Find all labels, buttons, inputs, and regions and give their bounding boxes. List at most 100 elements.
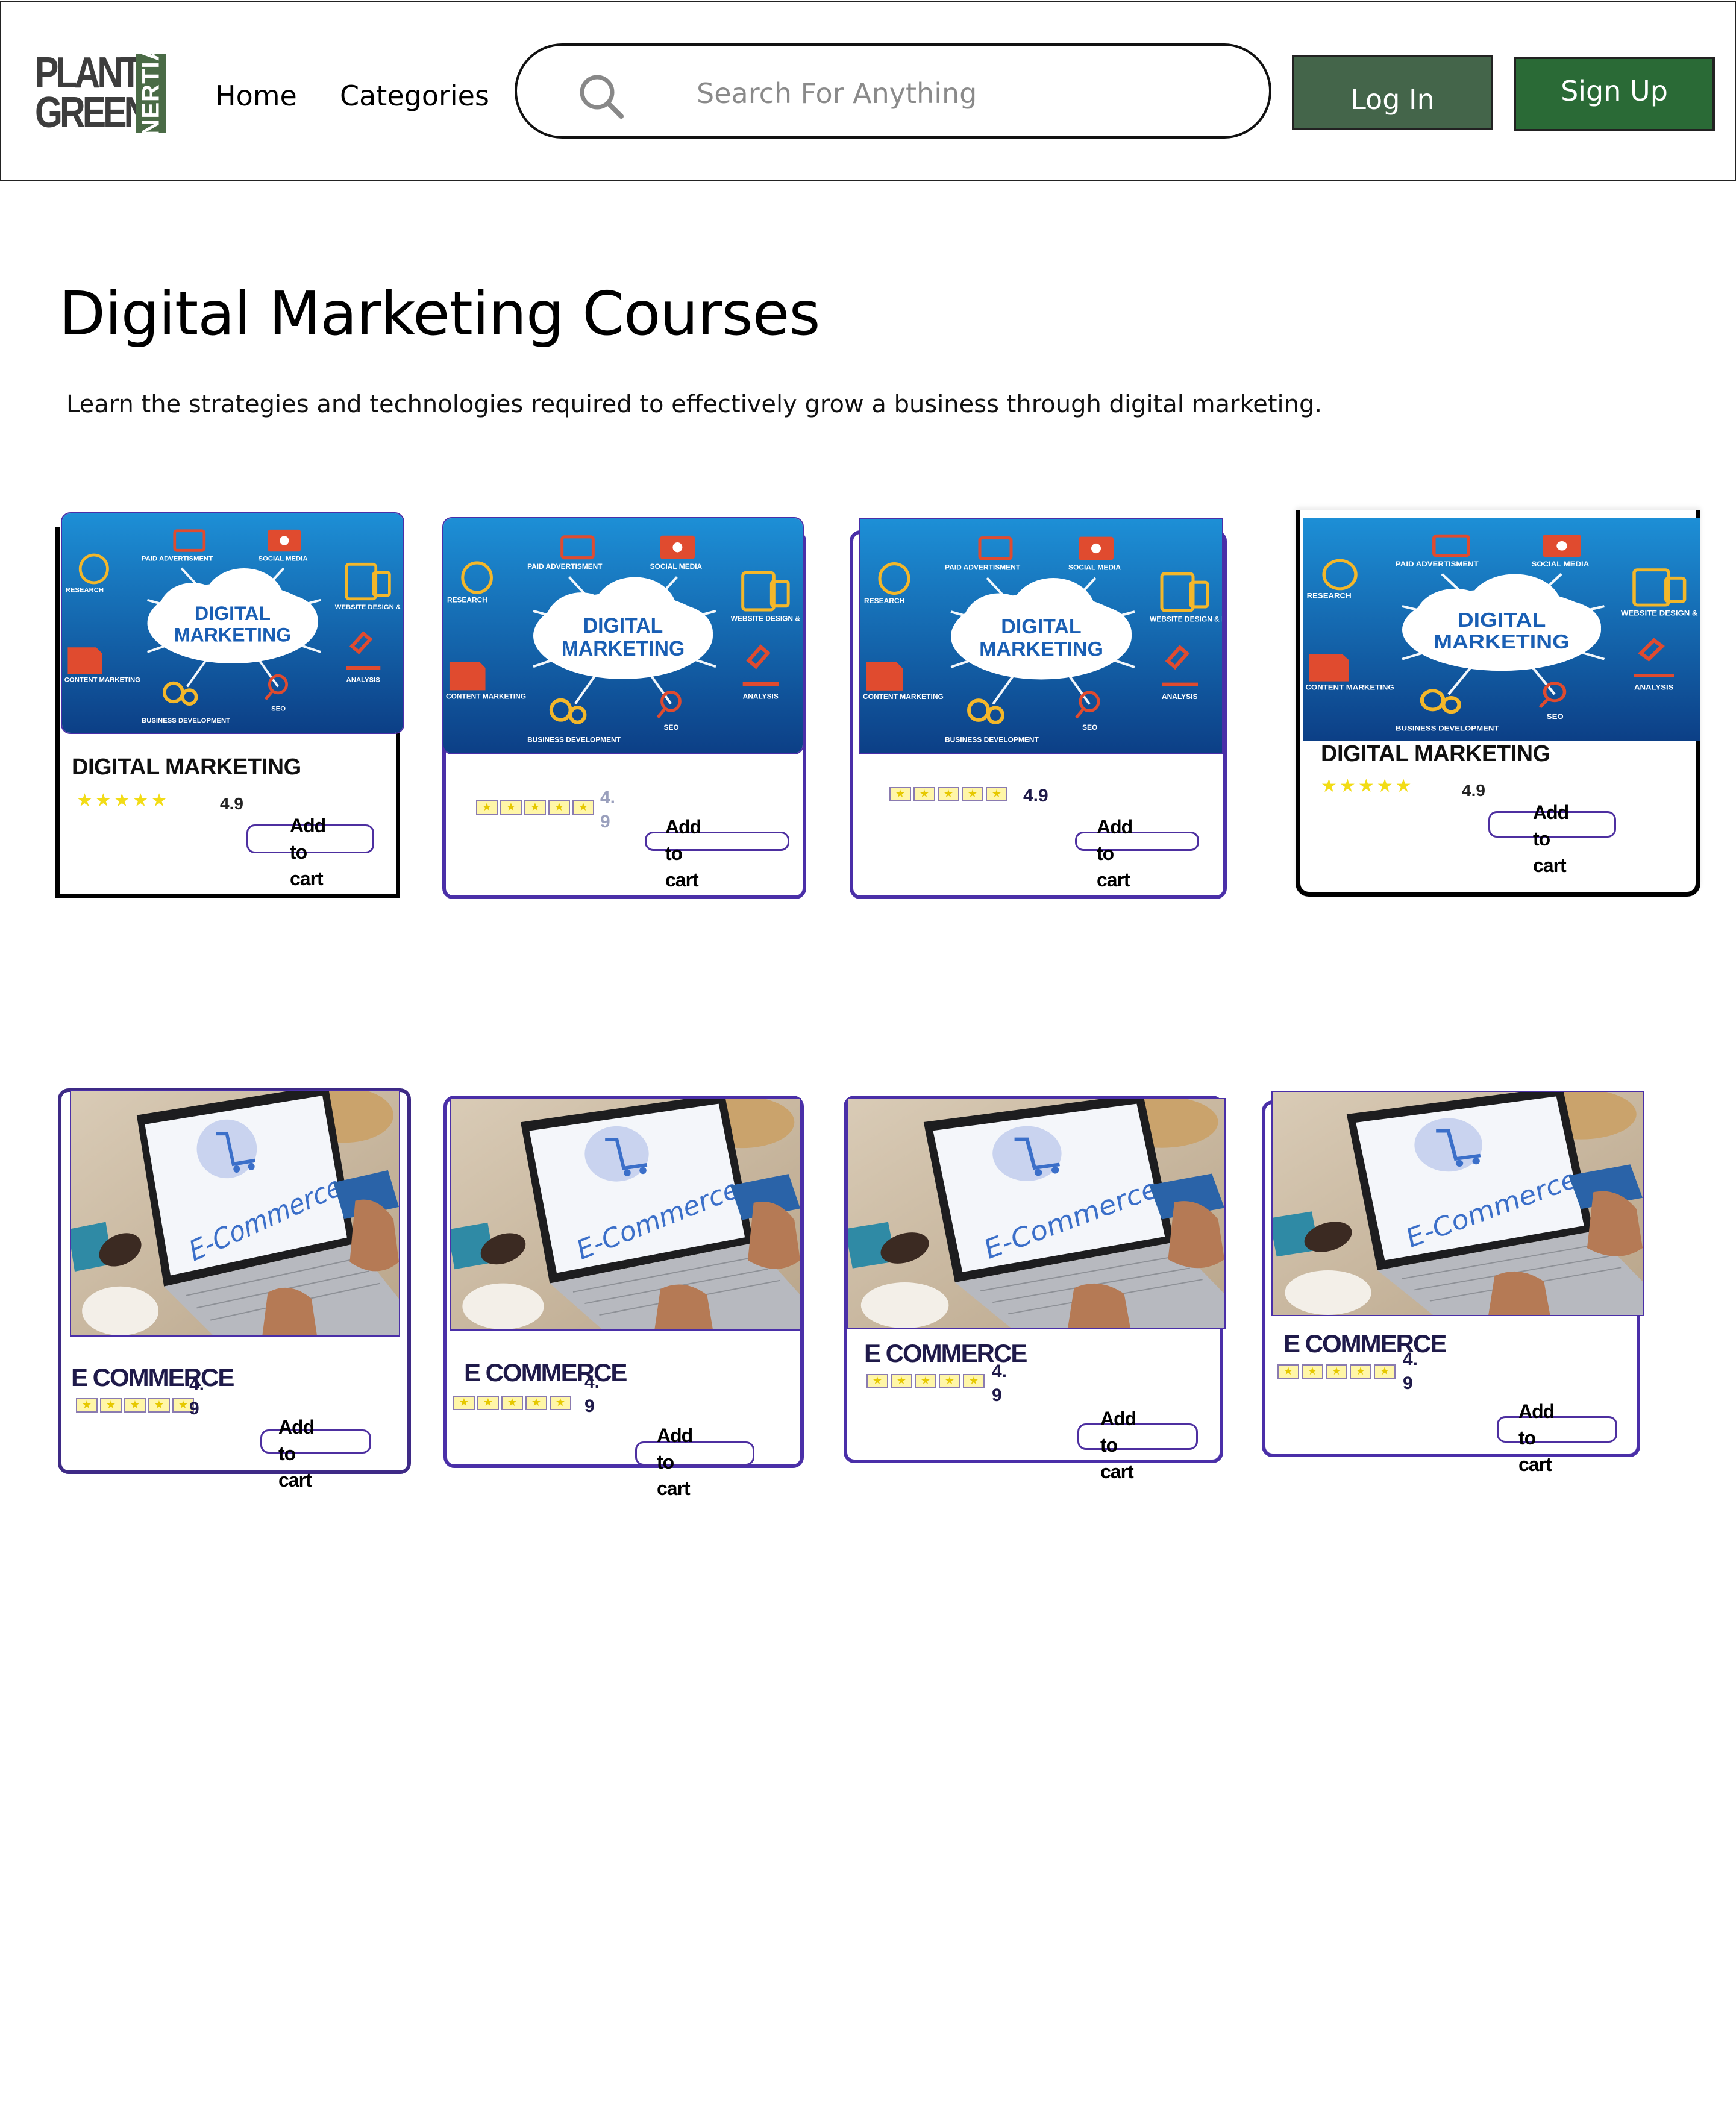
svg-text:CONTENT MARKETING: CONTENT MARKETING [64, 677, 140, 684]
svg-text:ANALYSIS: ANALYSIS [346, 677, 381, 684]
digital-marketing-illustration: DIGITAL MARKETING PAID ADVERTISMENT SOCI… [443, 518, 803, 753]
rating-value: 4. 9 [189, 1375, 205, 1419]
logo-vertical-text: INERTIA [137, 43, 165, 144]
svg-text:SEO: SEO [1547, 713, 1564, 721]
star-icon: ★ [915, 1374, 936, 1388]
svg-text:SOCIAL MEDIA: SOCIAL MEDIA [1532, 560, 1590, 568]
rating-value: 4. 9 [1403, 1349, 1418, 1393]
star-icon: ★ [1376, 776, 1393, 797]
course-thumbnail: E-Commerce [70, 1090, 400, 1337]
star-icon: ★ [132, 790, 149, 811]
add-to-cart-label: Add to cart [290, 815, 326, 889]
star-icon: ★ [889, 787, 911, 801]
star-icon: ★ [76, 1398, 98, 1413]
svg-text:SEO: SEO [271, 706, 286, 713]
course-thumbnail: DIGITAL MARKETING PAID ADVERTISMENT SOCI… [442, 517, 804, 754]
star-icon: ★ [938, 787, 959, 801]
add-to-cart-label: Add to cart [665, 816, 701, 891]
svg-text:MARKETING: MARKETING [979, 638, 1103, 660]
svg-text:RESEARCH: RESEARCH [447, 595, 487, 604]
svg-text:WEBSITE DESIGN & DEVELOPMENT: WEBSITE DESIGN & DEVELOPMENT [335, 604, 403, 611]
star-icon: ★ [525, 1396, 547, 1410]
ecommerce-laptop-illustration: E-Commerce [848, 1099, 1224, 1328]
svg-text:ANALYSIS: ANALYSIS [743, 692, 779, 701]
star-icon: ★ [113, 790, 130, 811]
svg-text:BUSINESS DEVELOPMENT: BUSINESS DEVELOPMENT [945, 736, 1039, 744]
svg-text:SOCIAL MEDIA: SOCIAL MEDIA [1068, 563, 1121, 572]
svg-text:PAID ADVERTISMENT: PAID ADVERTISMENT [142, 555, 213, 562]
star-icon: ★ [1326, 1364, 1347, 1379]
course-card-ecommerce-1[interactable]: E-Commerce E COMMERCE ★ ★ ★ ★ ★ 4. 9 Add to … [58, 1088, 411, 1491]
svg-text:WEBSITE DESIGN & DEVELOPMENT: WEBSITE DESIGN & DEVELOPMENT [1150, 615, 1222, 623]
add-to-cart-label: Add to cart [657, 1425, 693, 1499]
course-thumbnail: DIGITAL MARKETING PAID ADVERTISMENT SOCI… [859, 518, 1223, 754]
course-card-ecommerce-3[interactable]: E-Commerce E COMMERCE ★ ★ ★ ★ ★ 4. 9 Add to … [844, 1096, 1226, 1482]
course-card-ecommerce-4[interactable]: E-Commerce E COMMERCE ★ ★ ★ ★ ★ 4. 9 Add to … [1262, 1091, 1644, 1475]
star-icon: ★ [524, 800, 546, 815]
star-rating: ★ ★ ★ ★ ★ [77, 792, 168, 810]
course-thumbnail: DIGITAL MARKETING PAID ADVERTISMENT SOCI… [1303, 518, 1700, 741]
star-rating: ★ ★ ★ ★ ★ [453, 1396, 571, 1410]
star-icon: ★ [1395, 776, 1412, 797]
rating-value: 4.9 [1023, 786, 1048, 806]
star-icon: ★ [501, 1396, 523, 1410]
top-navigation-bar: PLANT GREEN INERTIA Home Categories Log … [0, 1, 1736, 181]
search-bar[interactable] [515, 43, 1271, 139]
svg-text:ANALYSIS: ANALYSIS [1634, 683, 1673, 691]
ecommerce-laptop-illustration: E-Commerce [451, 1099, 800, 1329]
course-card-digital-marketing-3[interactable]: DIGITAL MARKETING PAID ADVERTISMENT SOCI… [850, 518, 1227, 899]
svg-text:SEO: SEO [1082, 723, 1097, 732]
course-card-ecommerce-2[interactable]: E-Commerce E COMMERCE ★ ★ ★ ★ ★ 4. 9 Add to … [443, 1096, 804, 1499]
star-icon: ★ [1277, 1364, 1299, 1379]
course-card-digital-marketing-1[interactable]: DIGITAL MARKETING PAID ADVERTISMENT SOCI… [55, 512, 404, 898]
add-to-cart-label: Add to cart [1518, 1400, 1555, 1475]
course-title: E COMMERCE [1283, 1329, 1447, 1358]
star-icon: ★ [477, 1396, 499, 1410]
star-icon: ★ [962, 787, 983, 801]
add-to-cart-label: Add to cart [1100, 1408, 1136, 1482]
svg-text:PAID ADVERTISMENT: PAID ADVERTISMENT [945, 563, 1021, 572]
ecommerce-laptop-illustration: E-Commerce [71, 1091, 399, 1335]
svg-text:DIGITAL: DIGITAL [1458, 609, 1546, 632]
svg-text:WEBSITE DESIGN & DEVELOPMENT: WEBSITE DESIGN & DEVELOPMENT [731, 614, 803, 623]
star-icon: ★ [476, 800, 498, 815]
svg-text:RESEARCH: RESEARCH [1307, 592, 1352, 600]
star-rating: ★ ★ ★ ★ ★ [866, 1374, 985, 1388]
star-icon: ★ [866, 1374, 888, 1388]
star-rating: ★ ★ ★ ★ ★ [76, 1398, 194, 1413]
rating-value: 4.9 [220, 794, 243, 813]
svg-text:PAID ADVERTISMENT: PAID ADVERTISMENT [527, 562, 603, 571]
star-icon: ★ [1350, 1364, 1371, 1379]
nav-categories-link[interactable]: Categories [340, 80, 489, 112]
course-title: E COMMERCE [71, 1363, 234, 1391]
search-icon[interactable] [577, 72, 625, 121]
page-title: Digital Marketing Courses [59, 278, 820, 349]
svg-text:MARKETING: MARKETING [174, 624, 291, 645]
course-card-digital-marketing-2[interactable]: DIGITAL MARKETING PAID ADVERTISMENT SOCI… [442, 517, 806, 899]
svg-text:BUSINESS DEVELOPMENT: BUSINESS DEVELOPMENT [142, 717, 230, 724]
svg-text:PAID ADVERTISMENT: PAID ADVERTISMENT [1396, 560, 1479, 568]
svg-text:DIGITAL: DIGITAL [1001, 615, 1081, 638]
star-icon: ★ [100, 1398, 122, 1413]
course-card-digital-marketing-4[interactable]: DIGITAL MARKETING PAID ADVERTISMENT SOCI… [1296, 510, 1700, 897]
rating-value: 4.9 [1462, 781, 1485, 800]
signup-button[interactable]: Sign Up [1514, 57, 1715, 131]
digital-marketing-illustration: DIGITAL MARKETING PAID ADVERTISMENT SOCI… [860, 519, 1222, 753]
star-icon: ★ [1321, 776, 1337, 797]
star-rating: ★ ★ ★ ★ ★ [889, 787, 1007, 801]
course-title: DIGITAL MARKETING [72, 754, 301, 780]
star-icon: ★ [77, 790, 93, 811]
svg-text:RESEARCH: RESEARCH [864, 597, 904, 605]
login-button[interactable]: Log In [1292, 55, 1493, 130]
svg-text:SEO: SEO [664, 723, 679, 732]
brand-logo[interactable]: PLANT GREEN INERTIA [35, 43, 170, 144]
star-icon: ★ [1358, 776, 1374, 797]
course-title: DIGITAL MARKETING [1321, 741, 1550, 767]
star-icon: ★ [913, 787, 935, 801]
star-icon: ★ [1302, 1364, 1323, 1379]
nav-home-link[interactable]: Home [215, 80, 297, 112]
svg-text:BUSINESS DEVELOPMENT: BUSINESS DEVELOPMENT [1396, 724, 1499, 732]
star-icon: ★ [550, 1396, 571, 1410]
page-subtitle: Learn the strategies and technologies re… [66, 390, 1323, 418]
search-input[interactable] [695, 70, 1240, 117]
